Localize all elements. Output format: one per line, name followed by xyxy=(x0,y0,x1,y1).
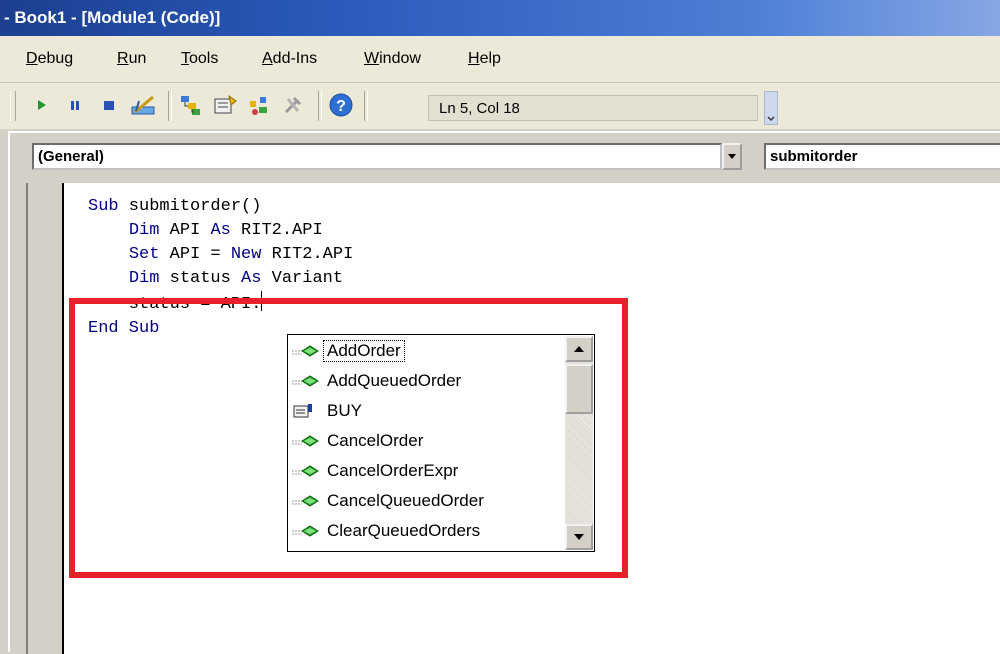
chevron-down-icon xyxy=(574,534,584,540)
toolbar-options-icon[interactable] xyxy=(764,91,778,125)
method-icon xyxy=(290,462,322,480)
design-mode-icon[interactable] xyxy=(130,92,156,118)
procedure-combo[interactable]: submitorder xyxy=(764,143,1000,170)
chevron-up-icon xyxy=(574,346,584,352)
code-line-3: Set API = New RIT2.API xyxy=(128,245,354,264)
chevron-down-icon xyxy=(728,153,736,159)
toolbar-separator xyxy=(364,91,368,121)
menu-tools[interactable]: Tools xyxy=(181,50,218,68)
intellisense-member-list[interactable]: AddOrder AddQueuedOrder BUY CancelOrder … xyxy=(287,334,595,552)
svg-text:?: ? xyxy=(336,98,346,115)
window-title: - Book1 - [Module1 (Code)] xyxy=(4,8,221,27)
method-icon xyxy=(290,372,322,390)
menu-add-ins[interactable]: Add-Ins xyxy=(262,50,317,68)
menu-bar: Debug Run Tools Add-Ins Window Help xyxy=(0,36,1000,83)
cursor-position-status: Ln 5, Col 18 xyxy=(428,95,758,121)
toolbar-grip[interactable] xyxy=(10,91,16,121)
code-line-2: Dim API As RIT2.API xyxy=(128,221,323,240)
scroll-down-button[interactable] xyxy=(565,524,593,550)
property-icon xyxy=(290,402,322,420)
menu-run[interactable]: Run xyxy=(117,50,146,68)
list-item[interactable]: ClearQueuedOrders xyxy=(290,516,562,546)
toolbar: ? Ln 5, Col 18 xyxy=(0,83,1000,129)
code-line-1: Sub submitorder() xyxy=(88,197,262,216)
list-item[interactable]: CancelQueuedOrder xyxy=(290,486,562,516)
code-line-4: Dim status As Variant xyxy=(128,269,344,288)
scroll-thumb[interactable] xyxy=(565,364,593,414)
run-icon[interactable] xyxy=(28,92,54,118)
stop-icon[interactable] xyxy=(96,92,122,118)
object-combo[interactable]: (General) xyxy=(32,143,722,170)
toolbar-separator xyxy=(318,91,322,121)
list-item[interactable]: BUY xyxy=(290,396,562,426)
object-browser-icon[interactable] xyxy=(246,92,272,118)
properties-icon[interactable] xyxy=(212,92,238,118)
object-combo-dropdown[interactable] xyxy=(722,143,742,170)
margin-indicator-bar[interactable] xyxy=(28,183,64,654)
toolbox-icon[interactable] xyxy=(280,92,306,118)
list-item[interactable]: CancelOrderExpr xyxy=(290,456,562,486)
menu-debug[interactable]: Debug xyxy=(26,50,73,68)
list-scrollbar[interactable] xyxy=(565,336,593,550)
list-item[interactable]: AddOrder xyxy=(290,336,562,366)
list-item[interactable]: AddQueuedOrder xyxy=(290,366,562,396)
menu-window[interactable]: Window xyxy=(364,50,421,68)
help-icon[interactable]: ? xyxy=(328,92,354,118)
list-item[interactable]: CancelOrder xyxy=(290,426,562,456)
method-icon xyxy=(290,522,322,540)
pause-icon[interactable] xyxy=(62,92,88,118)
menu-help[interactable]: Help xyxy=(468,50,501,68)
method-icon xyxy=(290,492,322,510)
method-icon xyxy=(290,432,322,450)
method-icon xyxy=(290,342,322,360)
title-bar: - Book1 - [Module1 (Code)] xyxy=(0,0,1000,36)
project-explorer-icon[interactable] xyxy=(178,92,204,118)
toolbar-separator xyxy=(168,91,172,121)
scroll-up-button[interactable] xyxy=(565,336,593,362)
